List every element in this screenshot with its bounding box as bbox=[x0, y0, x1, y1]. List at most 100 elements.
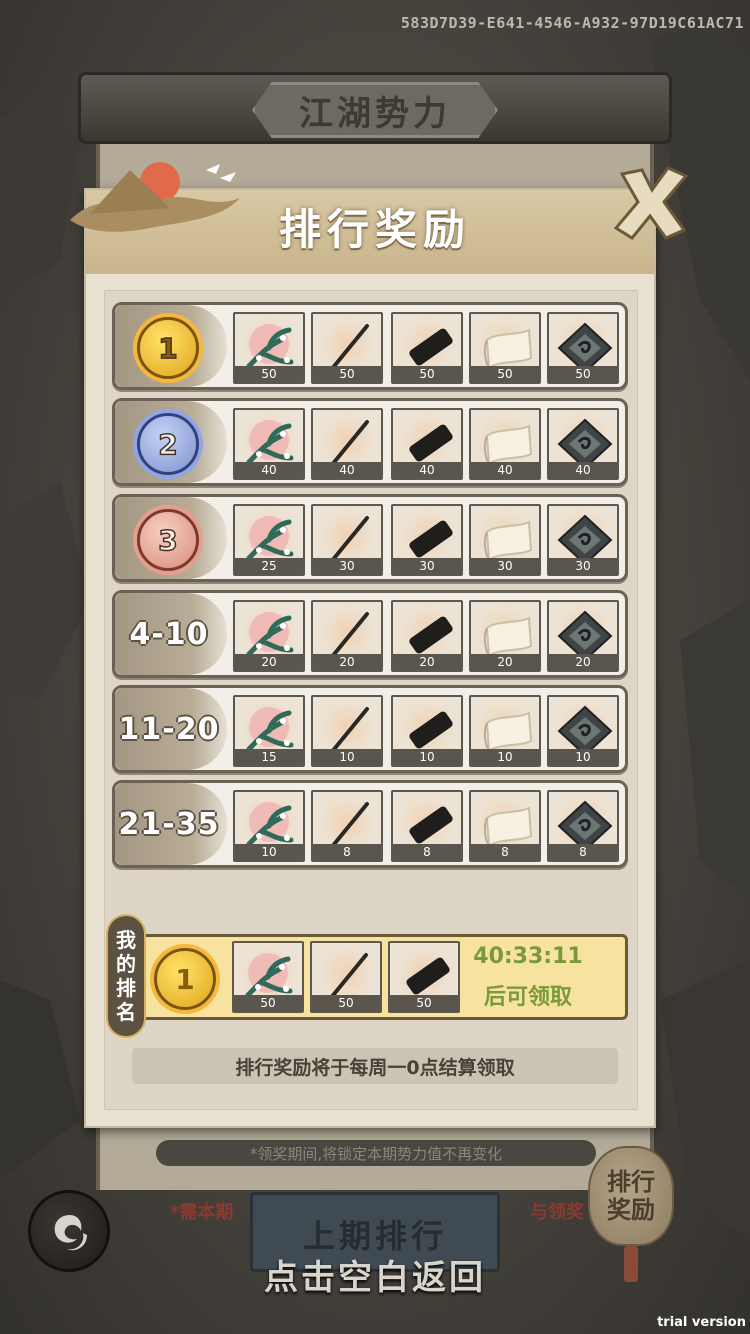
reward-count: 10 bbox=[313, 749, 381, 765]
reward-count: 8 bbox=[393, 844, 461, 860]
requirement-note-right: 与领奖 bbox=[530, 1202, 584, 1223]
reward-item[interactable]: 15 bbox=[233, 695, 305, 767]
reward-item[interactable]: 10 bbox=[391, 695, 463, 767]
reward-count: 40 bbox=[313, 462, 381, 478]
reward-count: 8 bbox=[313, 844, 381, 860]
reward-item[interactable]: 10 bbox=[233, 790, 305, 862]
reward-item[interactable]: 40 bbox=[391, 408, 463, 480]
reward-item[interactable]: 50 bbox=[233, 312, 305, 384]
my-rank-tag: 我 的 排 名 bbox=[106, 914, 146, 1038]
trial-watermark: trial version bbox=[657, 1315, 746, 1330]
silver-medal-icon: 2 bbox=[137, 413, 199, 475]
jianghu-title: 江湖势力 bbox=[299, 93, 451, 134]
rank-range: 11-20 bbox=[118, 711, 220, 747]
reward-count: 50 bbox=[234, 995, 302, 1011]
reward-count: 30 bbox=[549, 558, 617, 574]
bronze-medal-icon: 3 bbox=[137, 509, 199, 571]
reward-count: 40 bbox=[549, 462, 617, 478]
reward-count: 8 bbox=[471, 844, 539, 860]
swirl-icon bbox=[54, 1215, 87, 1251]
reward-item[interactable]: 50 bbox=[311, 312, 383, 384]
reward-item[interactable]: 8 bbox=[469, 790, 541, 862]
reward-item[interactable]: 50 bbox=[469, 312, 541, 384]
reward-item[interactable]: 20 bbox=[311, 600, 383, 672]
reward-count: 50 bbox=[235, 366, 303, 382]
reward-item[interactable]: 20 bbox=[391, 600, 463, 672]
tassel-decoration bbox=[624, 1246, 638, 1282]
reward-row: 1 50 50 50 50 50 bbox=[112, 302, 628, 390]
reward-item[interactable]: 20 bbox=[469, 600, 541, 672]
device-id-label: 583D7D39-E641-4546-A932-97D19C61AC71 bbox=[400, 14, 744, 32]
reward-count: 30 bbox=[471, 558, 539, 574]
reward-row: 2 40 40 40 40 40 bbox=[112, 398, 628, 486]
jianghu-title-plate: 江湖势力 bbox=[252, 82, 498, 138]
reward-item[interactable]: 8 bbox=[311, 790, 383, 862]
reward-count: 20 bbox=[549, 654, 617, 670]
gold-medal-icon: 1 bbox=[137, 317, 199, 379]
reward-count: 10 bbox=[393, 749, 461, 765]
reward-count: 20 bbox=[471, 654, 539, 670]
reward-row: 4-10 20 20 20 20 20 bbox=[112, 590, 628, 678]
reward-item[interactable]: 50 bbox=[391, 312, 463, 384]
reward-item[interactable]: 10 bbox=[469, 695, 541, 767]
reward-count: 10 bbox=[549, 749, 617, 765]
reward-item[interactable]: 10 bbox=[311, 695, 383, 767]
reward-item[interactable]: 8 bbox=[391, 790, 463, 862]
reward-item[interactable]: 50 bbox=[547, 312, 619, 384]
reward-item[interactable]: 20 bbox=[547, 600, 619, 672]
reward-count: 25 bbox=[235, 558, 303, 574]
reward-count: 10 bbox=[235, 844, 303, 860]
close-icon bbox=[613, 166, 689, 240]
reward-count: 30 bbox=[393, 558, 461, 574]
rank-number: 3 bbox=[157, 523, 178, 558]
reward-count: 20 bbox=[393, 654, 461, 670]
rank-number: 1 bbox=[157, 331, 178, 366]
close-button[interactable] bbox=[608, 160, 694, 246]
rank-range: 4-10 bbox=[129, 616, 209, 652]
swirl-button[interactable] bbox=[28, 1190, 110, 1272]
reward-count: 20 bbox=[313, 654, 381, 670]
reward-count: 8 bbox=[549, 844, 617, 860]
reward-count: 30 bbox=[313, 558, 381, 574]
reward-count: 20 bbox=[235, 654, 303, 670]
rank-number: 2 bbox=[157, 427, 178, 462]
my-rank-number: 1 bbox=[175, 962, 195, 996]
my-rank-gold-medal-icon: 1 bbox=[154, 948, 216, 1010]
my-rank-tag-char: 我 bbox=[116, 928, 136, 952]
my-reward-item[interactable]: 50 bbox=[232, 941, 304, 1013]
reward-count: 40 bbox=[393, 462, 461, 478]
countdown-suffix: 后可领取 bbox=[483, 985, 572, 1010]
rank-reward-bag-button[interactable]: 排行奖励 bbox=[588, 1136, 674, 1286]
bag-icon: 排行奖励 bbox=[588, 1146, 674, 1246]
reward-count: 10 bbox=[471, 749, 539, 765]
reward-item[interactable]: 40 bbox=[469, 408, 541, 480]
reward-item[interactable]: 30 bbox=[469, 504, 541, 576]
reward-item[interactable]: 40 bbox=[311, 408, 383, 480]
reward-count: 40 bbox=[471, 462, 539, 478]
claim-countdown: 40:33:11 后可领取 bbox=[470, 944, 586, 1011]
my-rank-tag-char: 名 bbox=[116, 1000, 136, 1024]
reward-item[interactable]: 40 bbox=[547, 408, 619, 480]
requirement-note-left: *需本期 bbox=[170, 1202, 234, 1223]
reward-item[interactable]: 30 bbox=[391, 504, 463, 576]
rank-range: 21-35 bbox=[118, 806, 220, 842]
reward-count: 40 bbox=[235, 462, 303, 478]
reward-item[interactable]: 30 bbox=[547, 504, 619, 576]
reward-item[interactable]: 40 bbox=[233, 408, 305, 480]
reward-row: 21-35 10 8 8 8 8 bbox=[112, 780, 628, 868]
reward-item[interactable]: 25 bbox=[233, 504, 305, 576]
my-rank-tag-char: 排 bbox=[116, 976, 136, 1000]
reward-item[interactable]: 8 bbox=[547, 790, 619, 862]
reward-item[interactable]: 30 bbox=[311, 504, 383, 576]
reward-count: 50 bbox=[549, 366, 617, 382]
reward-row: 3 25 30 30 30 30 bbox=[112, 494, 628, 582]
reward-item[interactable]: 20 bbox=[233, 600, 305, 672]
my-reward-item[interactable]: 50 bbox=[310, 941, 382, 1013]
reward-count: 50 bbox=[313, 366, 381, 382]
reward-count: 15 bbox=[235, 749, 303, 765]
settlement-note: 排行奖励将于每周一0点结算领取 bbox=[132, 1048, 618, 1084]
reward-item[interactable]: 10 bbox=[547, 695, 619, 767]
reward-row: 11-20 15 10 10 10 10 bbox=[112, 685, 628, 773]
my-reward-item[interactable]: 50 bbox=[388, 941, 460, 1013]
reward-count: 50 bbox=[312, 995, 380, 1011]
